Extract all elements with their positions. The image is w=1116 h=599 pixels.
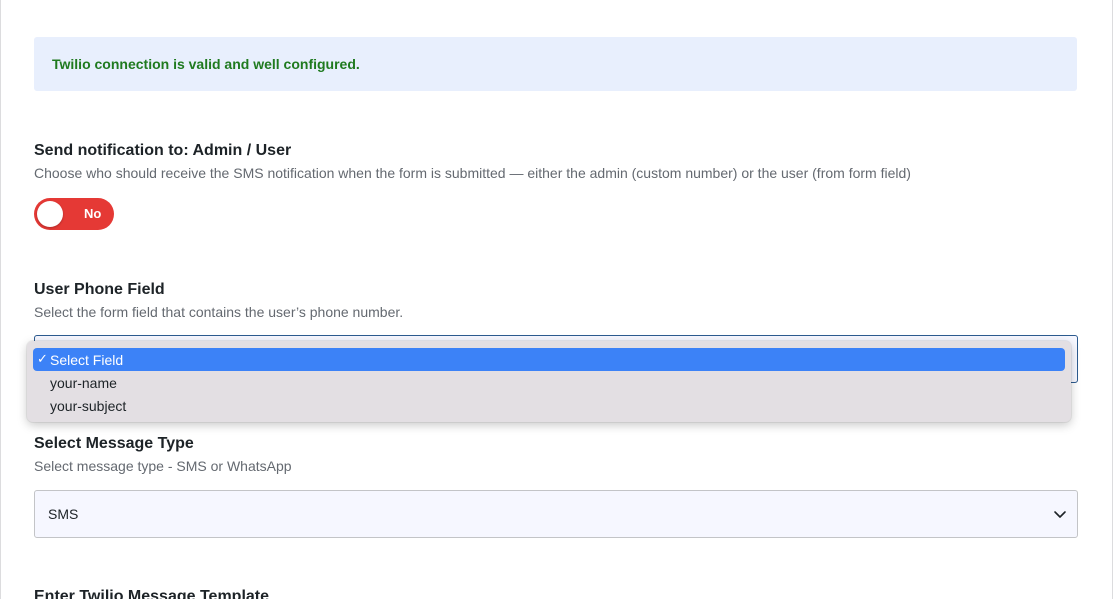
checkmark-icon: ✓	[37, 351, 48, 366]
dropdown-option-your-subject[interactable]: your-subject	[33, 394, 1065, 417]
message-type-value: SMS	[48, 506, 79, 522]
dropdown-option-select-field[interactable]: ✓ Select Field	[33, 348, 1065, 371]
dropdown-option-your-name[interactable]: your-name	[33, 371, 1065, 394]
message-type-title: Select Message Type	[34, 435, 194, 452]
toggle-knob	[37, 201, 63, 227]
option-label: your-name	[50, 374, 117, 391]
send-to-description: Choose who should receive the SMS notifi…	[34, 165, 911, 181]
option-label: Select Field	[50, 351, 124, 368]
connection-status-notice: Twilio connection is valid and well conf…	[34, 37, 1077, 91]
template-title: Enter Twilio Message Template	[34, 588, 270, 599]
option-label: your-subject	[50, 397, 127, 414]
chevron-down-icon	[1054, 511, 1066, 518]
message-type-select[interactable]: SMS	[34, 490, 1078, 538]
send-to-title: Send notification to: Admin / User	[34, 142, 292, 159]
message-type-description: Select message type - SMS or WhatsApp	[34, 458, 292, 474]
send-to-toggle[interactable]: No	[34, 198, 114, 230]
phone-field-dropdown: ✓ Select Field your-name your-subject	[27, 341, 1071, 422]
toggle-label: No	[84, 206, 102, 221]
notice-text: Twilio connection is valid and well conf…	[52, 56, 360, 72]
phone-field-description: Select the form field that contains the …	[34, 304, 404, 320]
phone-field-title: User Phone Field	[34, 281, 165, 298]
